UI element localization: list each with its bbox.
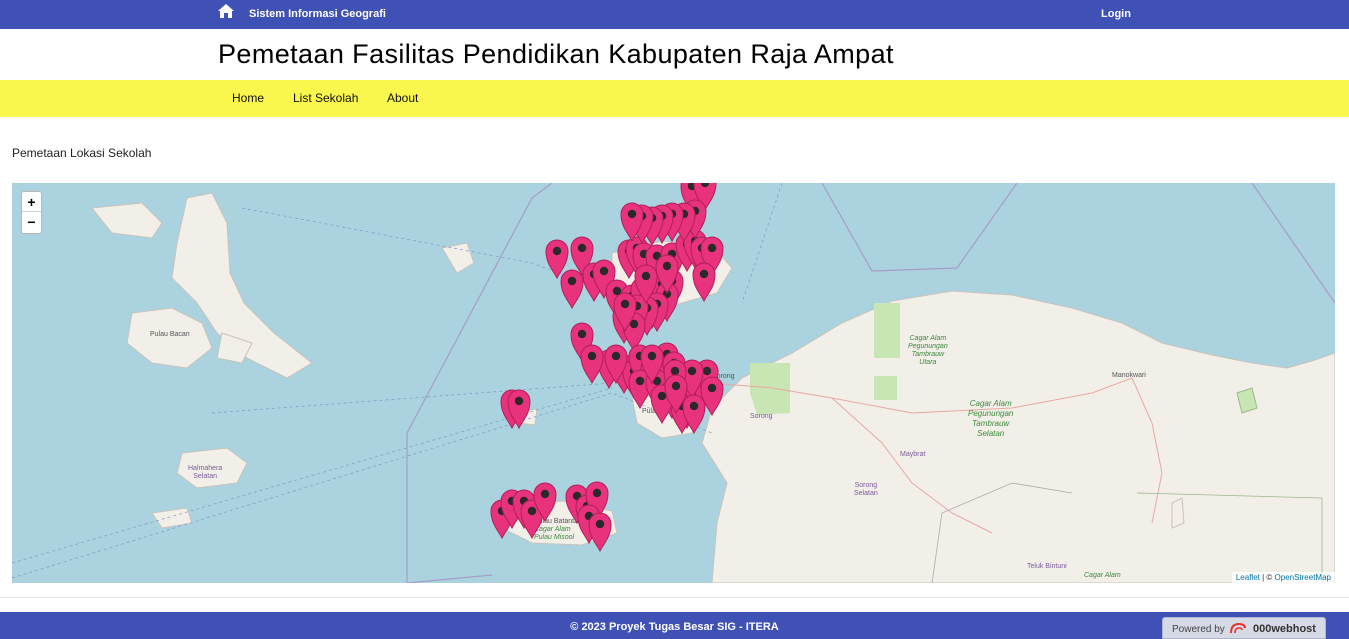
nav-item-list-sekolah[interactable]: List Sekolah (293, 91, 358, 105)
marker-dot (552, 246, 562, 256)
zoom-out-button[interactable]: − (22, 212, 41, 232)
marker-dot (699, 269, 709, 279)
marker-dot (657, 391, 667, 401)
page-header: Pemetaan Fasilitas Pendidikan Kabupaten … (0, 29, 1349, 80)
marker-dot (689, 401, 699, 411)
leaflet-link[interactable]: Leaflet (1236, 573, 1260, 582)
marker-dot (514, 396, 524, 406)
marker-dot (635, 376, 645, 386)
marker-pin[interactable] (588, 512, 612, 553)
section-label: Pemetaan Lokasi Sekolah (12, 146, 152, 160)
marker-dot (670, 366, 680, 376)
school-marker[interactable] (588, 512, 612, 553)
marker-dot (702, 366, 712, 376)
marker-dot (577, 329, 587, 339)
webhost-logo-icon (1230, 622, 1246, 634)
school-marker[interactable] (580, 344, 604, 385)
school-marker[interactable] (692, 262, 716, 303)
main-nav: Home List Sekolah About (0, 80, 1349, 117)
osm-link[interactable]: OpenStreetMap (1275, 573, 1331, 582)
marker-pin[interactable] (560, 269, 584, 310)
marker-pin[interactable] (692, 262, 716, 303)
zoom-control: + − (21, 191, 42, 234)
school-map[interactable]: Pulau Bacan Halmahera Selatan Cagar Alam… (12, 183, 1335, 583)
marker-dot (687, 366, 697, 376)
marker-dot (707, 243, 717, 253)
marker-dot (662, 261, 672, 271)
marker-dot (599, 266, 609, 276)
marker-dot (595, 519, 605, 529)
marker-dot (567, 276, 577, 286)
marker-dot (671, 381, 681, 391)
login-link[interactable]: Login (1101, 8, 1131, 20)
nav-item-about[interactable]: About (387, 91, 418, 105)
school-marker[interactable] (560, 269, 584, 310)
map-attribution: Leaflet | © OpenStreetMap (1231, 572, 1335, 583)
footer: © 2023 Proyek Tugas Besar SIG - ITERA (0, 612, 1349, 639)
marker-dot (707, 383, 717, 393)
brand-link[interactable]: Sistem Informasi Geografi (249, 8, 386, 20)
marker-dot (620, 299, 630, 309)
powered-by-brand: 000webhost (1253, 623, 1316, 635)
marker-dot (587, 351, 597, 361)
top-navbar: Sistem Informasi Geografi Login (0, 0, 1349, 29)
powered-by-label: Powered by (1172, 624, 1225, 635)
home-icon[interactable] (217, 3, 235, 19)
marker-layer (490, 183, 724, 553)
zoom-in-button[interactable]: + (22, 192, 41, 212)
marker-dot (577, 243, 587, 253)
page-title: Pemetaan Fasilitas Pendidikan Kabupaten … (218, 39, 894, 69)
powered-by-badge[interactable]: Powered by 000webhost (1162, 617, 1326, 639)
marker-dot (592, 488, 602, 498)
marker-dot (540, 489, 550, 499)
marker-dot (527, 506, 537, 516)
marker-dot (647, 351, 657, 361)
marker-dot (641, 271, 651, 281)
marker-dot (627, 209, 637, 219)
nav-item-home[interactable]: Home (232, 91, 264, 105)
footer-text: © 2023 Proyek Tugas Besar SIG - ITERA (570, 621, 779, 633)
marker-pin[interactable] (580, 344, 604, 385)
marker-dot (611, 351, 621, 361)
attribution-separator: | © (1259, 573, 1275, 582)
content-divider (0, 597, 1349, 598)
